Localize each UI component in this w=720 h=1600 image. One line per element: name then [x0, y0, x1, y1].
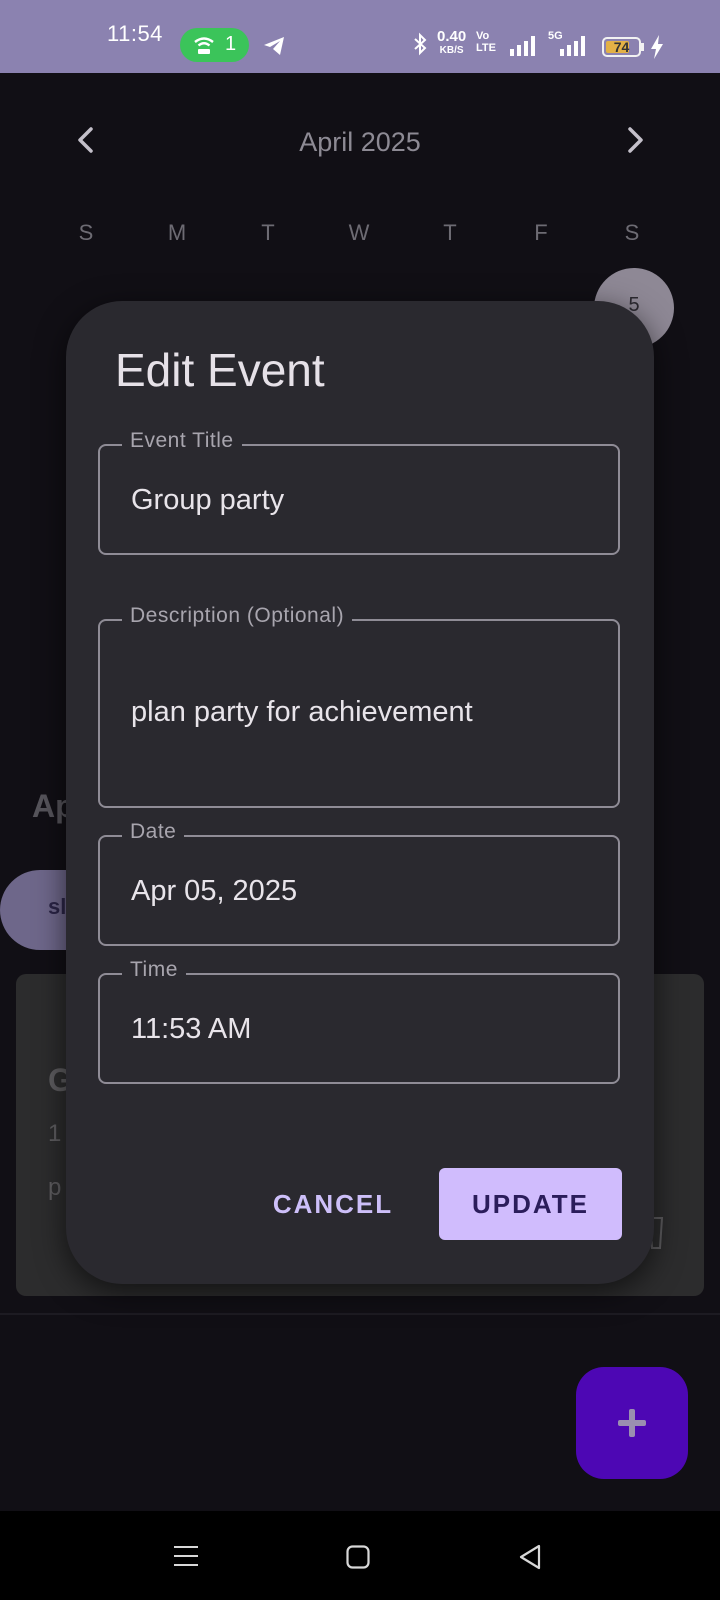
dialog-title: Edit Event [115, 344, 325, 396]
event-card-time: 1 [48, 1120, 62, 1147]
plus-icon [618, 1409, 646, 1437]
time-label: Time [122, 958, 186, 982]
home-icon[interactable] [346, 1545, 370, 1569]
weekday-tue: T [261, 220, 275, 245]
menu-icon[interactable] [174, 1545, 198, 1567]
status-time: 11:54 [107, 21, 163, 46]
time-field[interactable]: Time 11:53 AM [98, 958, 620, 1084]
battery-level: 74 [613, 39, 630, 55]
weekday-fri: F [534, 220, 548, 245]
net-speed-value: 0.40 [437, 28, 467, 45]
back-icon[interactable] [519, 1544, 541, 1570]
hotspot-icon [194, 37, 214, 54]
cancel-button[interactable]: CANCEL [263, 1168, 403, 1240]
description-label: Description (Optional) [122, 604, 353, 628]
time-value: 11:53 AM [131, 1013, 252, 1045]
hotspot-count: 1 [225, 33, 237, 55]
next-month-button[interactable] [622, 125, 648, 155]
description-value: plan party for achievement [131, 696, 473, 728]
update-button[interactable]: UPDATE [439, 1168, 622, 1240]
battery-cap [641, 43, 644, 51]
net-speed: 0.40 KB/S [437, 28, 467, 58]
weekday-wed: W [348, 220, 370, 245]
weekday-mon: M [167, 220, 187, 245]
volte-indicator: Vo LTE [476, 30, 496, 54]
telegram-icon [264, 37, 284, 55]
charging-icon [651, 35, 663, 59]
divider [0, 1313, 720, 1315]
hotspot-indicator[interactable]: 1 [180, 28, 249, 62]
status-bar: 11:54 1 0.40 KB/S Vo LTE 5G 74 [0, 0, 720, 73]
weekday-sun: S [78, 220, 94, 245]
battery-icon: 74 [602, 37, 641, 57]
edit-event-dialog: Edit Event Event Title Group party Descr… [66, 301, 654, 1284]
date-field[interactable]: Date Apr 05, 2025 [98, 820, 620, 946]
event-card-description: p [48, 1174, 62, 1201]
event-title-value: Group party [131, 484, 285, 516]
bluetooth-icon [414, 32, 427, 56]
signal-icon [510, 36, 535, 56]
description-field[interactable]: Description (Optional) plan party for ac… [98, 604, 620, 808]
event-title-label: Event Title [122, 429, 242, 453]
date-label: Date [122, 820, 185, 844]
month-title: April 2025 [299, 127, 421, 157]
signal-5g-icon [560, 36, 585, 56]
event-title-field[interactable]: Event Title Group party [98, 429, 620, 555]
net-speed-unit: KB/S [439, 45, 464, 56]
weekday-thu: T [443, 220, 457, 245]
filter-chip-label: sl [48, 894, 67, 919]
date-value: Apr 05, 2025 [131, 875, 298, 907]
add-event-button[interactable] [576, 1367, 688, 1479]
weekday-sat: S [624, 220, 640, 245]
